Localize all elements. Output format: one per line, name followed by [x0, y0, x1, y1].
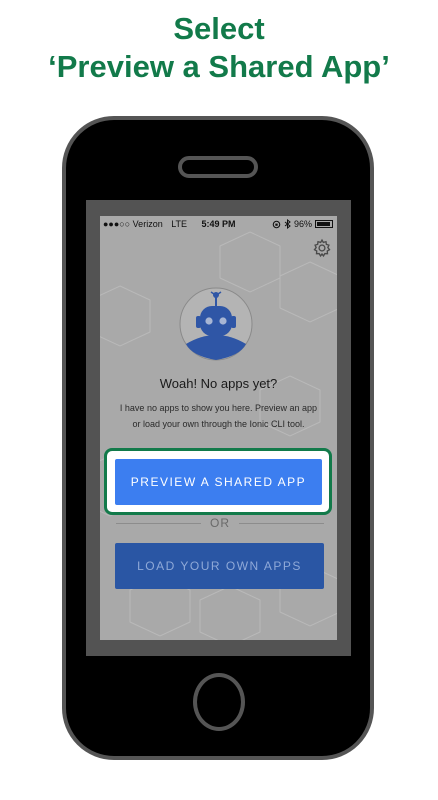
- empty-state-title: Woah! No apps yet?: [159, 376, 278, 391]
- rotation-lock-icon: [272, 220, 281, 228]
- preview-shared-app-button[interactable]: PREVIEW A SHARED APP: [115, 459, 322, 505]
- phone-speaker: [178, 156, 258, 178]
- battery-icon: [315, 220, 333, 228]
- gear-icon[interactable]: [312, 238, 332, 258]
- robot-avatar-icon: [179, 287, 253, 361]
- headline-line-2: ‘Preview a Shared App’: [48, 49, 390, 84]
- status-bar: ●●●○○ Verizon LTE 5:49 PM 96%: [100, 216, 337, 232]
- or-label: OR: [210, 516, 230, 530]
- phone-home-button[interactable]: [193, 673, 245, 731]
- empty-desc-line-2: or load your own through the Ionic CLI t…: [132, 419, 305, 429]
- load-own-apps-button[interactable]: LOAD YOUR OWN APPS: [115, 543, 324, 589]
- empty-state-description: I have no apps to show you here. Preview…: [110, 400, 327, 432]
- or-divider: OR: [116, 515, 324, 535]
- battery-fill: [317, 222, 331, 226]
- bluetooth-icon: [284, 219, 291, 229]
- empty-desc-line-1: I have no apps to show you here. Preview…: [119, 403, 318, 413]
- battery-percent: 96%: [293, 219, 312, 229]
- headline-line-1: Select: [173, 11, 265, 46]
- instruction-headline: Select ‘Preview a Shared App’: [0, 10, 438, 86]
- status-icons: 96%: [272, 216, 333, 232]
